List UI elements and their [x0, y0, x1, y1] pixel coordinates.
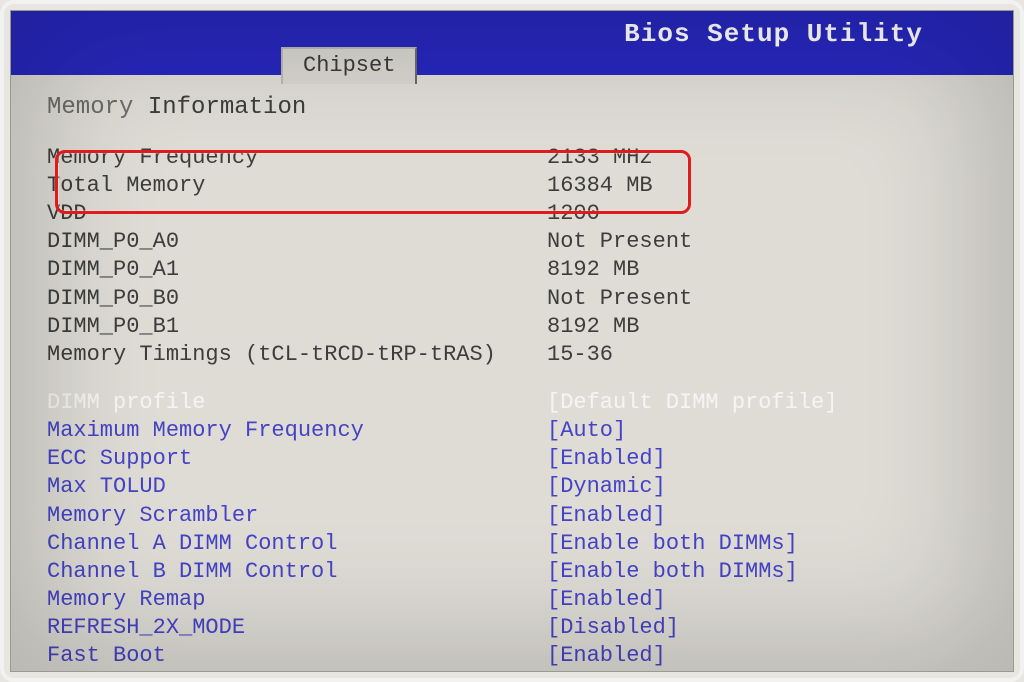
setting-row[interactable]: Channel A DIMM Control [Enable both DIMM…	[47, 530, 985, 558]
info-row: DIMM_P0_B0 Not Present	[47, 285, 985, 313]
section-heading: Memory Information	[47, 93, 985, 124]
setting-value: [Enabled]	[547, 502, 985, 530]
info-label: DIMM_P0_B1	[47, 313, 547, 341]
setting-row[interactable]: Fast Boot [Enabled]	[47, 642, 985, 670]
header-bar: Bios Setup Utility Chipset	[11, 11, 1013, 75]
info-label: DIMM_P0_B0	[47, 285, 547, 313]
info-label: DIMM_P0_A0	[47, 228, 547, 256]
setting-label: Max TOLUD	[47, 473, 547, 501]
setting-value: [Dynamic]	[547, 473, 985, 501]
setting-value: [Enable both DIMMs]	[547, 558, 985, 586]
setting-label: Channel B DIMM Control	[47, 558, 547, 586]
setting-row[interactable]: Memory Remap [Enabled]	[47, 586, 985, 614]
info-row: DIMM_P0_A1 8192 MB	[47, 256, 985, 284]
info-value: 16384 MB	[547, 172, 985, 200]
info-row: Memory Frequency 2133 MHz	[47, 144, 985, 172]
setting-row[interactable]: Channel B DIMM Control [Enable both DIMM…	[47, 558, 985, 586]
info-value: Not Present	[547, 228, 985, 256]
section-prefix: Memory	[47, 94, 133, 121]
setting-row[interactable]: REFRESH_2X_MODE [Disabled]	[47, 614, 985, 642]
app-title: Bios Setup Utility	[624, 19, 923, 49]
info-row: VDD 1200	[47, 200, 985, 228]
info-label: DIMM_P0_A1	[47, 256, 547, 284]
content-area: Memory Information Memory Frequency 2133…	[11, 75, 1013, 672]
setting-label: Maximum Memory Frequency	[47, 417, 547, 445]
info-value: 2133 MHz	[547, 144, 985, 172]
info-label: Memory Timings (tCL-tRCD-tRP-tRAS)	[47, 341, 547, 369]
profile-head-right: [Default DIMM profile]	[547, 389, 985, 417]
setting-value: [Disabled]	[547, 614, 985, 642]
info-value: 8192 MB	[547, 313, 985, 341]
setting-value: [Enabled]	[547, 642, 985, 670]
setting-label: ECC Support	[47, 445, 547, 473]
setting-row[interactable]: Maximum Memory Frequency [Auto]	[47, 417, 985, 445]
setting-label: Channel A DIMM Control	[47, 530, 547, 558]
info-value: 1200	[547, 200, 985, 228]
info-value: 15-36	[547, 341, 985, 369]
setting-label: Memory Scrambler	[47, 502, 547, 530]
setting-value: [Enabled]	[547, 445, 985, 473]
tab-chipset[interactable]: Chipset	[281, 47, 417, 84]
setting-label: Memory Remap	[47, 586, 547, 614]
info-row: DIMM_P0_B1 8192 MB	[47, 313, 985, 341]
setting-value: [Enabled]	[547, 586, 985, 614]
info-label: Total Memory	[47, 172, 547, 200]
profile-head-left: DIMM profile	[47, 389, 547, 417]
bios-screen: Bios Setup Utility Chipset Memory Inform…	[10, 10, 1014, 672]
info-label: Memory Frequency	[47, 144, 547, 172]
section-title: Information	[148, 94, 306, 121]
setting-row[interactable]: Max TOLUD [Dynamic]	[47, 473, 985, 501]
info-row: Memory Timings (tCL-tRCD-tRP-tRAS) 15-36	[47, 341, 985, 369]
info-row: Total Memory 16384 MB	[47, 172, 985, 200]
setting-label: REFRESH_2X_MODE	[47, 614, 547, 642]
dimm-profile-heading: DIMM profile [Default DIMM profile]	[47, 389, 985, 417]
info-label: VDD	[47, 200, 547, 228]
setting-label: Fast Boot	[47, 642, 547, 670]
setting-value: [Enable both DIMMs]	[547, 530, 985, 558]
info-value: 8192 MB	[547, 256, 985, 284]
setting-row[interactable]: Memory Scrambler [Enabled]	[47, 502, 985, 530]
setting-row[interactable]: ECC Support [Enabled]	[47, 445, 985, 473]
info-value: Not Present	[547, 285, 985, 313]
setting-value: [Auto]	[547, 417, 985, 445]
info-row: DIMM_P0_A0 Not Present	[47, 228, 985, 256]
